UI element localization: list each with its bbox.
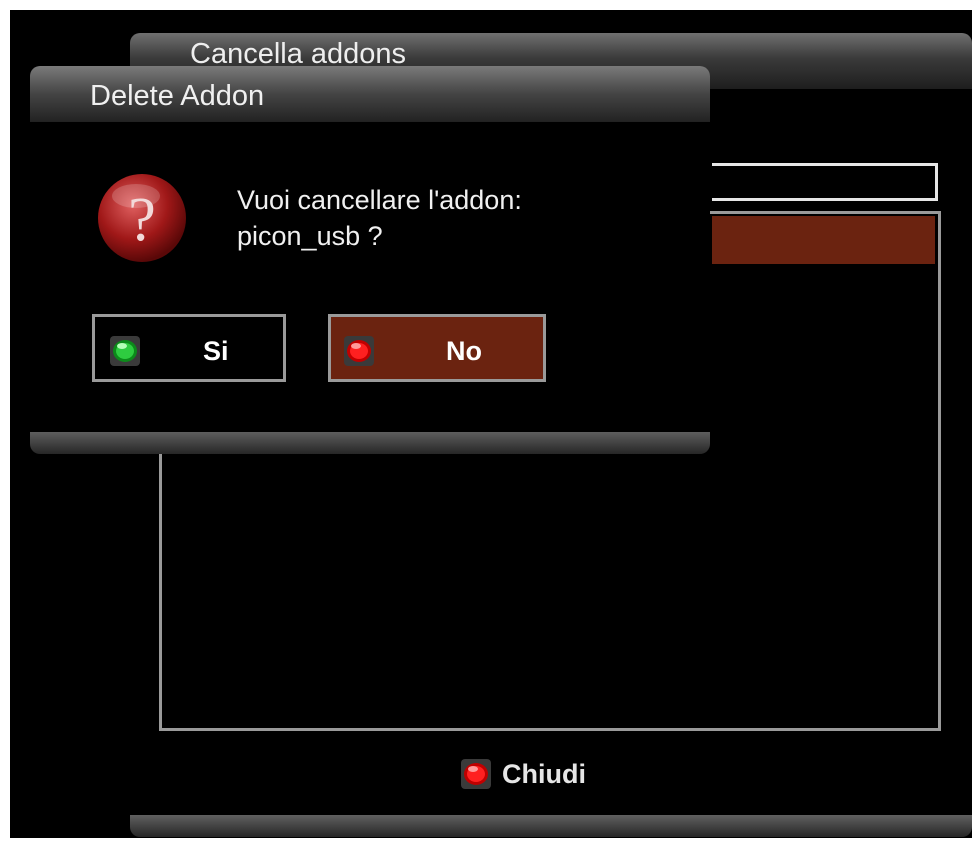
dialog-message-line2: picon_usb ? (237, 221, 383, 251)
question-icon: ? (98, 174, 186, 262)
no-button-label: No (446, 336, 482, 366)
background-input-field[interactable] (712, 163, 938, 201)
delete-addon-dialog: Delete Addon ? Vuoi cancellare l'addon: … (30, 66, 710, 454)
addon-list-selected-row[interactable] (712, 216, 935, 264)
close-hint-label: Chiudi (502, 758, 586, 789)
dialog-message-line1: Vuoi cancellare l'addon: (237, 185, 522, 215)
yes-button-label: Si (203, 336, 229, 366)
red-button-icon (344, 336, 374, 366)
red-button-icon (461, 759, 491, 789)
dialog-message: Vuoi cancellare l'addon: picon_usb ? (237, 182, 522, 254)
dialog-title: Delete Addon (90, 80, 265, 112)
dialog-bottombar (30, 432, 710, 454)
background-window-bottombar (130, 815, 972, 837)
no-button[interactable]: No (328, 314, 546, 382)
svg-text:?: ? (128, 186, 156, 254)
green-button-icon (110, 336, 140, 366)
yes-button[interactable]: Si (92, 314, 286, 382)
close-hint[interactable]: Chiudi (460, 756, 586, 792)
